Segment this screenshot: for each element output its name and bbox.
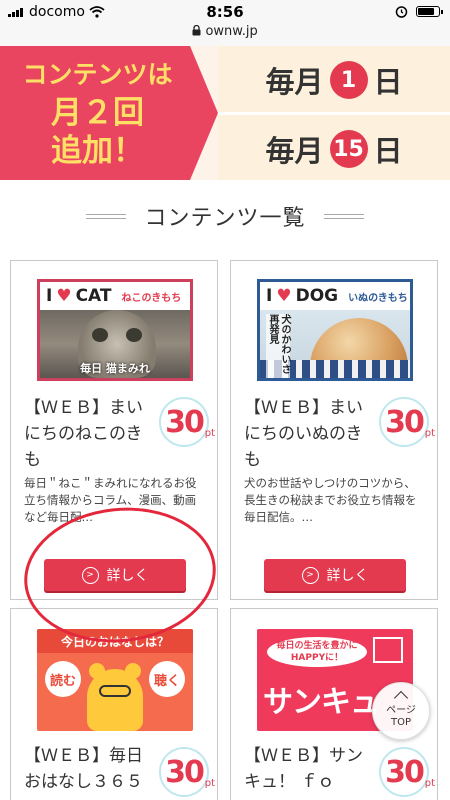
clock: 8:56 xyxy=(206,3,244,21)
schedule-day-1: 毎月 1 日 xyxy=(218,59,450,101)
content-card-dog[interactable]: I ♥ DOG いぬのきもち 犬のかわいさ再発見 【ＷＥＢ】まいにちのいぬのきも … xyxy=(230,260,438,600)
status-bar: docomo 8:56 ownw.jp xyxy=(0,0,450,46)
schedule-suffix: 日 xyxy=(373,134,403,168)
lock-icon xyxy=(192,24,201,36)
thumb-tag: 毎日 猫まみれ xyxy=(80,362,150,375)
page-top-button[interactable]: ページ TOP xyxy=(372,682,430,740)
heart-icon: ♥ xyxy=(56,286,72,306)
points-unit: pt xyxy=(204,778,215,789)
schedule-prefix: 毎月 xyxy=(265,65,324,99)
promo-banner: コンテンツは 月２回 追加！ 毎月 1 日 毎月 15 日 xyxy=(0,46,450,180)
card-title[interactable]: 【ＷＥＢ】まいにちのねこのきも xyxy=(24,395,159,473)
read-bubble: 読む xyxy=(45,661,81,697)
card-thumbnail[interactable]: 今日のおはなしは？ 読む 聴く xyxy=(37,629,193,731)
banner-line-1: コンテンツは xyxy=(22,60,173,89)
card-title[interactable]: 【ＷＥＢ】まいにちのいぬのきも xyxy=(244,395,379,473)
points-badge: 30 pt xyxy=(159,747,215,797)
thumb-vertical-text: 犬のかわいさ再発見 xyxy=(266,314,290,378)
url-text: ownw.jp xyxy=(205,24,258,39)
title-decoration xyxy=(86,213,127,219)
section-header: コンテンツ一覧 xyxy=(0,200,450,232)
address-bar[interactable]: ownw.jp xyxy=(0,24,450,39)
points-badge: 30 pt xyxy=(379,747,435,797)
card-title[interactable]: 【ＷＥＢ】サンキュ！ ｆｏ xyxy=(244,743,379,795)
title-decoration xyxy=(323,213,364,219)
card-description: 毎日＂ねこ＂まみれになれるお役立ち情報からコラム、漫画、動画など毎日配… xyxy=(24,476,197,524)
day-badge: 1 xyxy=(329,61,368,99)
card-thumbnail[interactable]: I ♥ CAT ねこのきもち 毎日 猫まみれ xyxy=(37,279,193,381)
thumb-header: I ♥ DOG いぬのきもち xyxy=(260,282,410,310)
day-badge: 15 xyxy=(329,130,368,168)
listen-bubble: 聴く xyxy=(149,661,185,697)
page-top-label-1: ページ xyxy=(386,705,416,716)
points-value: 30 xyxy=(385,754,425,790)
points-value: 30 xyxy=(385,404,425,440)
status-icons xyxy=(395,5,443,18)
bear-mascot-icon xyxy=(87,663,143,731)
thumb-brand: いぬのきもち xyxy=(348,292,408,304)
page-top-label-2: TOP xyxy=(390,717,411,728)
chevron-up-icon xyxy=(393,690,409,706)
details-button[interactable]: > 詳しく xyxy=(264,559,406,591)
details-button-label: 詳しく xyxy=(326,568,369,584)
details-button-label: 詳しく xyxy=(106,568,149,584)
schedule-day-15: 毎月 15 日 xyxy=(218,128,450,170)
points-badge: 30 pt xyxy=(379,397,435,447)
details-button[interactable]: > 詳しく xyxy=(44,559,186,591)
points-unit: pt xyxy=(424,428,435,439)
section-title: コンテンツ一覧 xyxy=(144,206,306,231)
thumb-word: DOG xyxy=(295,286,339,306)
card-title[interactable]: 【ＷＥＢ】毎日おはなし３６５ xyxy=(24,743,159,795)
chevron-right-icon: > xyxy=(301,566,319,584)
schedule-prefix: 毎月 xyxy=(265,134,324,168)
content-card-ohanashi[interactable]: 今日のおはなしは？ 読む 聴く 【ＷＥＢ】毎日おはなし３６５ 30 pt xyxy=(10,608,218,800)
heart-icon: ♥ xyxy=(276,286,292,306)
card-thumbnail[interactable]: I ♥ DOG いぬのきもち 犬のかわいさ再発見 xyxy=(257,279,413,381)
points-value: 30 xyxy=(165,754,205,790)
alarm-icon xyxy=(395,6,408,18)
points-badge: 30 pt xyxy=(159,397,215,447)
content-card-cat[interactable]: I ♥ CAT ねこのきもち 毎日 猫まみれ 【ＷＥＢ】まいにちのねこのきも 30… xyxy=(10,260,218,600)
thumb-brand: ねこのきもち xyxy=(121,292,182,304)
points-value: 30 xyxy=(165,404,205,440)
schedule-suffix: 日 xyxy=(373,65,403,99)
banner-line-2: 月２回 xyxy=(51,95,144,131)
thumb-header: I ♥ CAT ねこのきもち xyxy=(40,282,190,310)
thumb-word: CAT xyxy=(75,286,112,306)
dog-photo: 犬のかわいさ再発見 xyxy=(260,310,410,378)
thumb-band: 今日のおはなしは？ xyxy=(37,629,193,653)
thumb-bubble: 毎日の生活を豊かにHAPPYに！ xyxy=(267,637,367,667)
chevron-right-icon: > xyxy=(81,566,99,584)
banner-headline: コンテンツは 月２回 追加！ xyxy=(0,56,195,170)
cat-photo: 毎日 猫まみれ xyxy=(40,310,190,378)
house-icon xyxy=(373,637,403,663)
battery-icon xyxy=(416,6,443,17)
points-unit: pt xyxy=(424,778,435,789)
card-description: 犬のお世話やしつけのコツから、長生きの秘訣までお役立ち情報を毎日配信。… xyxy=(244,476,417,524)
thumb-logo-text: サンキュ xyxy=(263,685,380,720)
banner-line-3: 追加！ xyxy=(51,133,144,169)
points-unit: pt xyxy=(204,428,215,439)
